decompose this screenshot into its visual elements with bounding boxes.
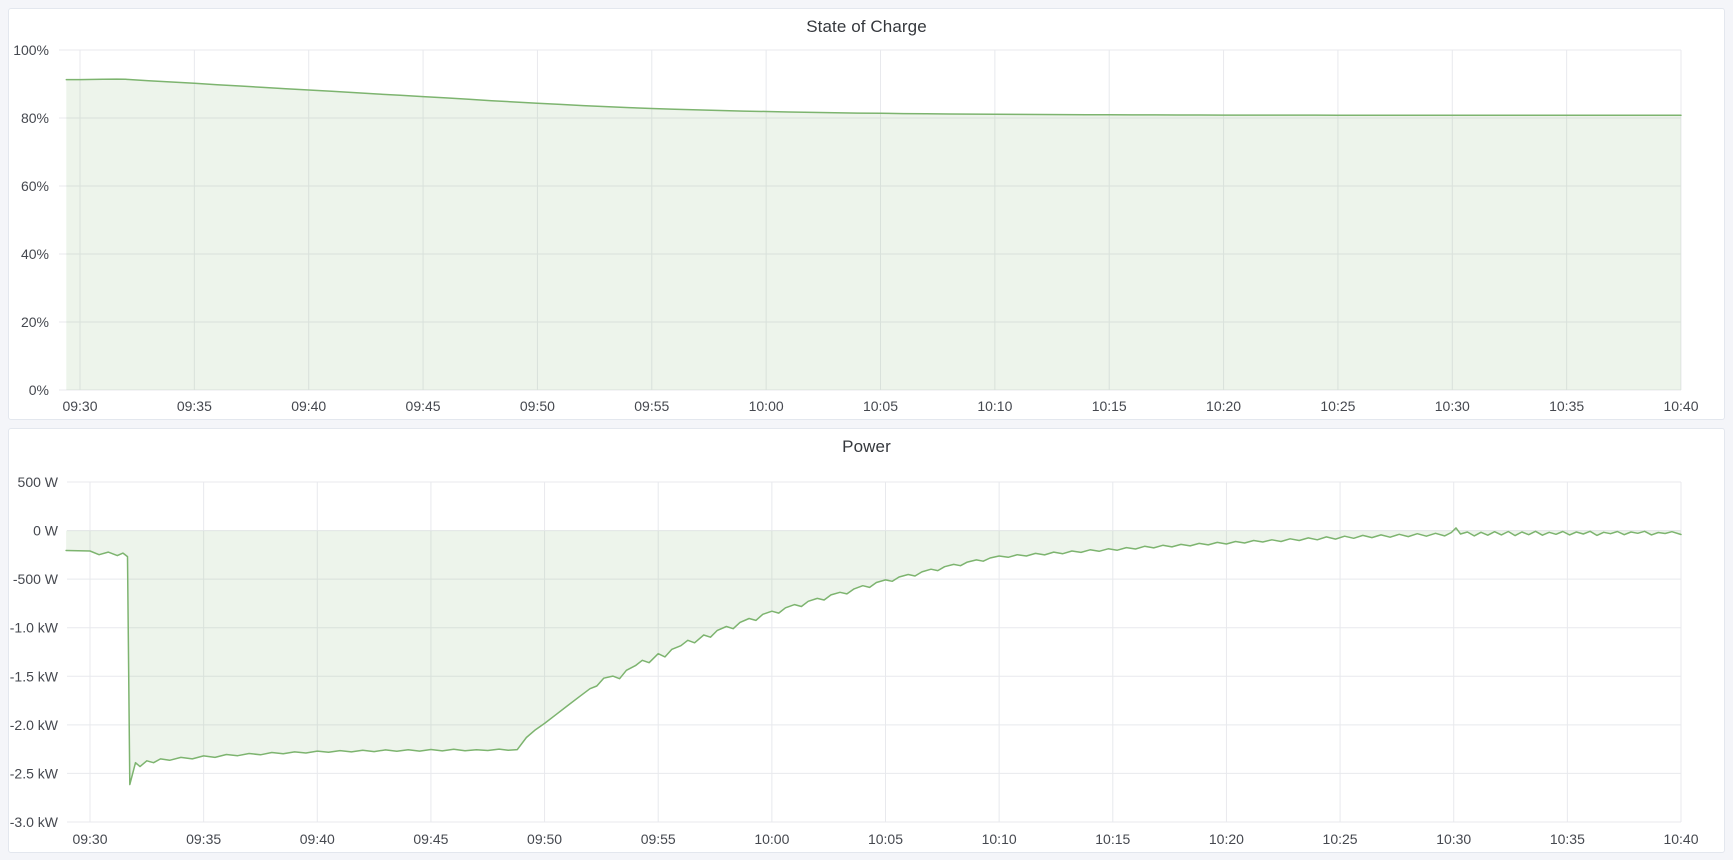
svg-text:80%: 80% bbox=[21, 110, 49, 126]
svg-text:10:30: 10:30 bbox=[1436, 831, 1471, 847]
svg-text:500 W: 500 W bbox=[18, 474, 59, 490]
svg-text:10:00: 10:00 bbox=[754, 831, 789, 847]
svg-text:40%: 40% bbox=[21, 246, 49, 262]
svg-text:09:55: 09:55 bbox=[634, 398, 669, 414]
svg-text:-2.0 kW: -2.0 kW bbox=[10, 717, 59, 733]
svg-text:20%: 20% bbox=[21, 314, 49, 330]
svg-text:-2.5 kW: -2.5 kW bbox=[10, 765, 59, 781]
svg-text:0%: 0% bbox=[29, 382, 49, 398]
svg-text:-1.0 kW: -1.0 kW bbox=[10, 620, 59, 636]
svg-text:10:05: 10:05 bbox=[868, 831, 903, 847]
svg-text:10:10: 10:10 bbox=[982, 831, 1017, 847]
svg-text:10:05: 10:05 bbox=[863, 398, 898, 414]
panel-state-of-charge: State of Charge 100%80%60%40%20%0%09:300… bbox=[8, 8, 1725, 420]
svg-text:09:30: 09:30 bbox=[62, 398, 97, 414]
svg-text:09:40: 09:40 bbox=[300, 831, 335, 847]
svg-text:09:55: 09:55 bbox=[641, 831, 676, 847]
svg-text:10:35: 10:35 bbox=[1550, 831, 1585, 847]
svg-text:10:20: 10:20 bbox=[1209, 831, 1244, 847]
svg-text:09:35: 09:35 bbox=[177, 398, 212, 414]
svg-text:-3.0 kW: -3.0 kW bbox=[10, 814, 59, 830]
svg-text:10:30: 10:30 bbox=[1435, 398, 1470, 414]
svg-text:09:45: 09:45 bbox=[406, 398, 441, 414]
svg-text:09:50: 09:50 bbox=[527, 831, 562, 847]
svg-text:09:40: 09:40 bbox=[291, 398, 326, 414]
svg-text:10:40: 10:40 bbox=[1663, 398, 1698, 414]
svg-text:60%: 60% bbox=[21, 178, 49, 194]
svg-text:09:50: 09:50 bbox=[520, 398, 555, 414]
svg-text:10:15: 10:15 bbox=[1092, 398, 1127, 414]
state-of-charge-chart[interactable]: 100% 80% 60% 40% 20% 0% 09:30 09:35 09:40 09:45 09… bbox=[9, 9, 1724, 419]
svg-text:-500 W: -500 W bbox=[13, 571, 59, 587]
svg-text:09:35: 09:35 bbox=[186, 831, 221, 847]
svg-text:10:40: 10:40 bbox=[1663, 831, 1698, 847]
svg-text:10:35: 10:35 bbox=[1549, 398, 1584, 414]
dashboard: { "page": { "background": "#f4f5f9", "pa… bbox=[0, 0, 1733, 860]
svg-text:10:00: 10:00 bbox=[749, 398, 784, 414]
panel-power: Power 500 W0 W-500 W-1.0 kW-1.5 kW-2.0 k… bbox=[8, 428, 1725, 853]
svg-text:-1.5 kW: -1.5 kW bbox=[10, 668, 59, 684]
svg-text:10:25: 10:25 bbox=[1320, 398, 1355, 414]
svg-text:10:20: 10:20 bbox=[1206, 398, 1241, 414]
svg-text:09:45: 09:45 bbox=[413, 831, 448, 847]
svg-text:100%: 100% bbox=[13, 42, 49, 58]
svg-text:10:25: 10:25 bbox=[1323, 831, 1358, 847]
svg-text:10:10: 10:10 bbox=[977, 398, 1012, 414]
svg-text:09:30: 09:30 bbox=[72, 831, 107, 847]
power-chart[interactable]: 500 W 0 W -500 W -1.0 kW -1.5 kW -2.0 kW -2.5 … bbox=[9, 429, 1724, 852]
svg-text:0 W: 0 W bbox=[33, 523, 59, 539]
svg-text:10:15: 10:15 bbox=[1095, 831, 1130, 847]
